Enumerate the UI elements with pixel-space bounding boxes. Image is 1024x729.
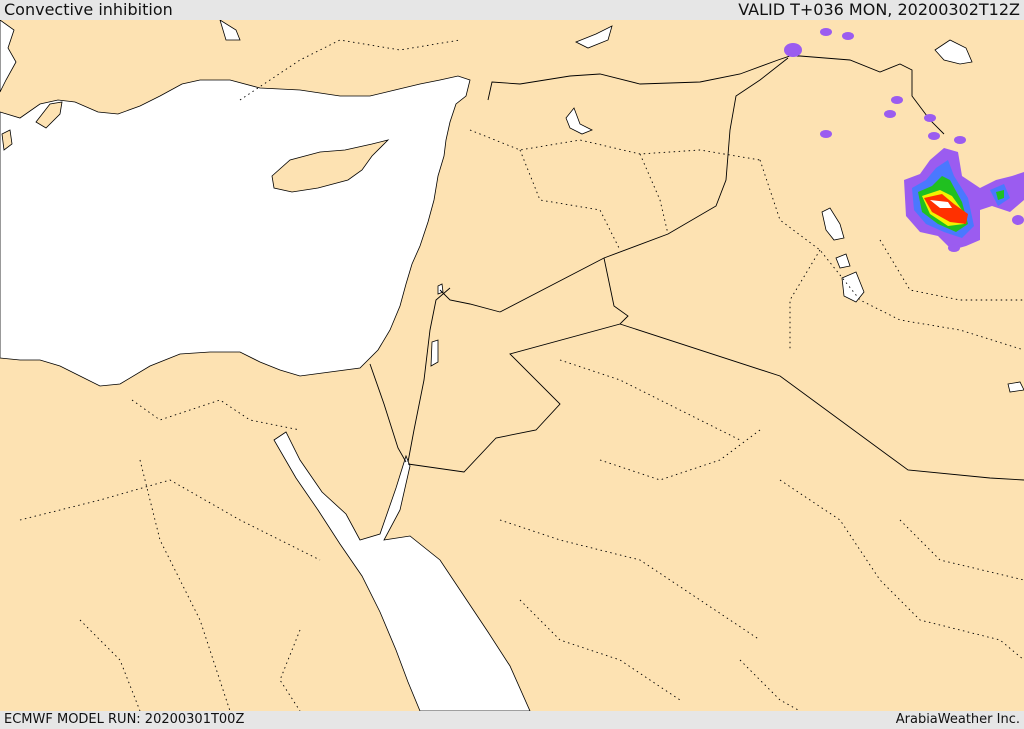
dead-sea xyxy=(430,339,439,367)
valid-time: VALID T+036 MON, 20200302T12Z xyxy=(738,0,1020,19)
credit: ArabiaWeather Inc. xyxy=(895,712,1020,727)
footer-bar: ECMWF MODEL RUN: 20200301T00Z ArabiaWeat… xyxy=(0,711,1024,729)
weather-map[interactable] xyxy=(0,20,1024,711)
model-run: ECMWF MODEL RUN: 20200301T00Z xyxy=(4,712,245,727)
header-bar: Convective inhibition VALID T+036 MON, 2… xyxy=(0,0,1024,20)
map-title: Convective inhibition xyxy=(4,0,173,19)
